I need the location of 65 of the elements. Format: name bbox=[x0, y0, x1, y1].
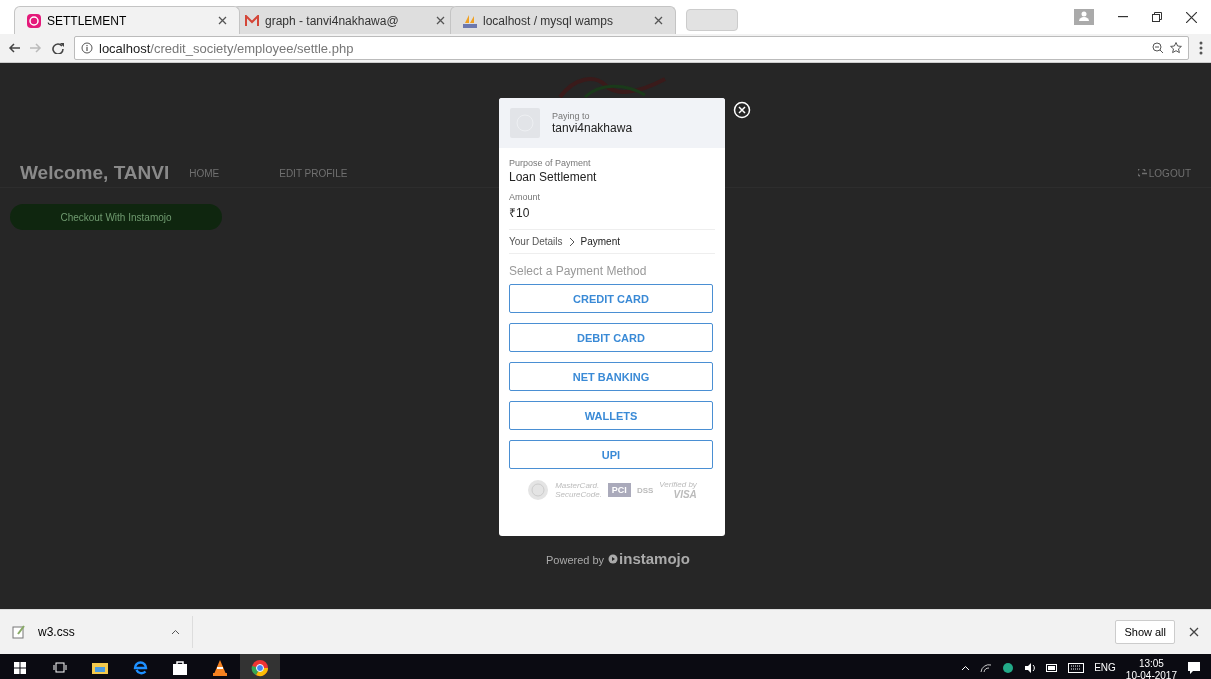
sail-icon bbox=[463, 13, 477, 28]
zoom-out-icon[interactable] bbox=[1152, 42, 1164, 54]
method-heading: Select a Payment Method bbox=[509, 264, 648, 278]
step-label: Payment bbox=[580, 236, 621, 247]
brand-name: instamojo bbox=[619, 550, 690, 567]
clock-date[interactable]: 10-04-2017 bbox=[1125, 669, 1177, 679]
folder-icon[interactable] bbox=[92, 661, 108, 674]
show-all-button[interactable]: Show all bbox=[1115, 620, 1175, 644]
menu-icon[interactable] bbox=[1199, 41, 1203, 55]
seal-icon bbox=[527, 479, 550, 501]
purpose-label: Purpose of Payment bbox=[509, 158, 592, 168]
sync-icon[interactable] bbox=[1002, 661, 1015, 674]
file-icon[interactable] bbox=[12, 625, 26, 639]
payment-method-button[interactable]: CREDIT CARD bbox=[509, 284, 713, 313]
task-view-icon[interactable] bbox=[53, 662, 67, 673]
welcome-heading: Welcome, TANVI bbox=[20, 162, 170, 184]
pci-badge: PCI bbox=[607, 483, 631, 497]
amount-value: ₹10 bbox=[509, 205, 531, 221]
dss-label: DSS bbox=[636, 485, 654, 495]
shopping-bag-icon[interactable] bbox=[173, 660, 187, 675]
play-icon bbox=[608, 554, 619, 564]
star-icon[interactable] bbox=[1170, 42, 1182, 54]
speaker-icon[interactable] bbox=[1024, 662, 1037, 673]
clock-time[interactable]: 13:05 bbox=[1138, 657, 1164, 670]
step-label: Your Details bbox=[509, 236, 563, 247]
url-host: localhost bbox=[99, 40, 151, 56]
powered-by-label: Powered by bbox=[546, 554, 605, 566]
chevron-up-icon[interactable] bbox=[961, 664, 971, 671]
close-icon[interactable] bbox=[1189, 627, 1199, 637]
mail-icon bbox=[245, 14, 259, 27]
battery-icon[interactable] bbox=[1046, 663, 1059, 672]
verified-by-visa-label: Verified by VISA bbox=[659, 480, 697, 500]
keyboard-icon[interactable] bbox=[1068, 662, 1085, 673]
back-icon[interactable] bbox=[8, 43, 20, 53]
wifi-icon[interactable] bbox=[980, 662, 993, 673]
windows-icon[interactable] bbox=[14, 661, 26, 674]
address-bar[interactable]: localhost/credit_society/employee/settle.php bbox=[74, 36, 1189, 60]
language-indicator[interactable]: ENG bbox=[1094, 662, 1116, 673]
info-icon[interactable] bbox=[81, 42, 93, 54]
payment-method-button[interactable]: UPI bbox=[509, 440, 713, 469]
chevron-icon bbox=[568, 236, 575, 247]
close-icon[interactable] bbox=[218, 16, 227, 25]
download-file-name[interactable]: w3.css bbox=[38, 625, 159, 639]
wamp-icon bbox=[27, 13, 41, 28]
close-icon[interactable] bbox=[1186, 11, 1197, 23]
paying-to-label: Paying to bbox=[552, 111, 591, 121]
notification-icon[interactable] bbox=[1187, 660, 1201, 675]
browser-tab[interactable]: localhost / mysql wamps bbox=[450, 6, 676, 34]
purpose-value: Loan Settlement bbox=[509, 170, 598, 184]
payment-method-button[interactable]: DEBIT CARD bbox=[509, 323, 713, 352]
restore-icon[interactable] bbox=[1152, 12, 1162, 22]
payment-method-button[interactable]: NET BANKING bbox=[509, 362, 713, 391]
traffic-cone-icon[interactable] bbox=[213, 659, 227, 676]
browser-icon[interactable] bbox=[132, 660, 148, 675]
payment-method-button[interactable]: WALLETS bbox=[509, 401, 713, 430]
reload-icon[interactable] bbox=[52, 42, 64, 54]
amount-label: Amount bbox=[509, 192, 542, 202]
chrome-icon[interactable] bbox=[251, 658, 269, 677]
url-path: /credit_society/employee/settle.php bbox=[150, 40, 354, 56]
minimize-icon[interactable] bbox=[1118, 16, 1128, 18]
caret-icon[interactable] bbox=[171, 629, 180, 635]
checkout-button[interactable]: Checkout With Instamojo bbox=[10, 204, 222, 230]
payee-name: tanvi4nakhawa bbox=[552, 121, 633, 135]
browser-tab[interactable]: SETTLEMENT bbox=[14, 6, 240, 34]
mastercard-securecode-label: MasterCard. SecureCode. bbox=[555, 481, 602, 499]
